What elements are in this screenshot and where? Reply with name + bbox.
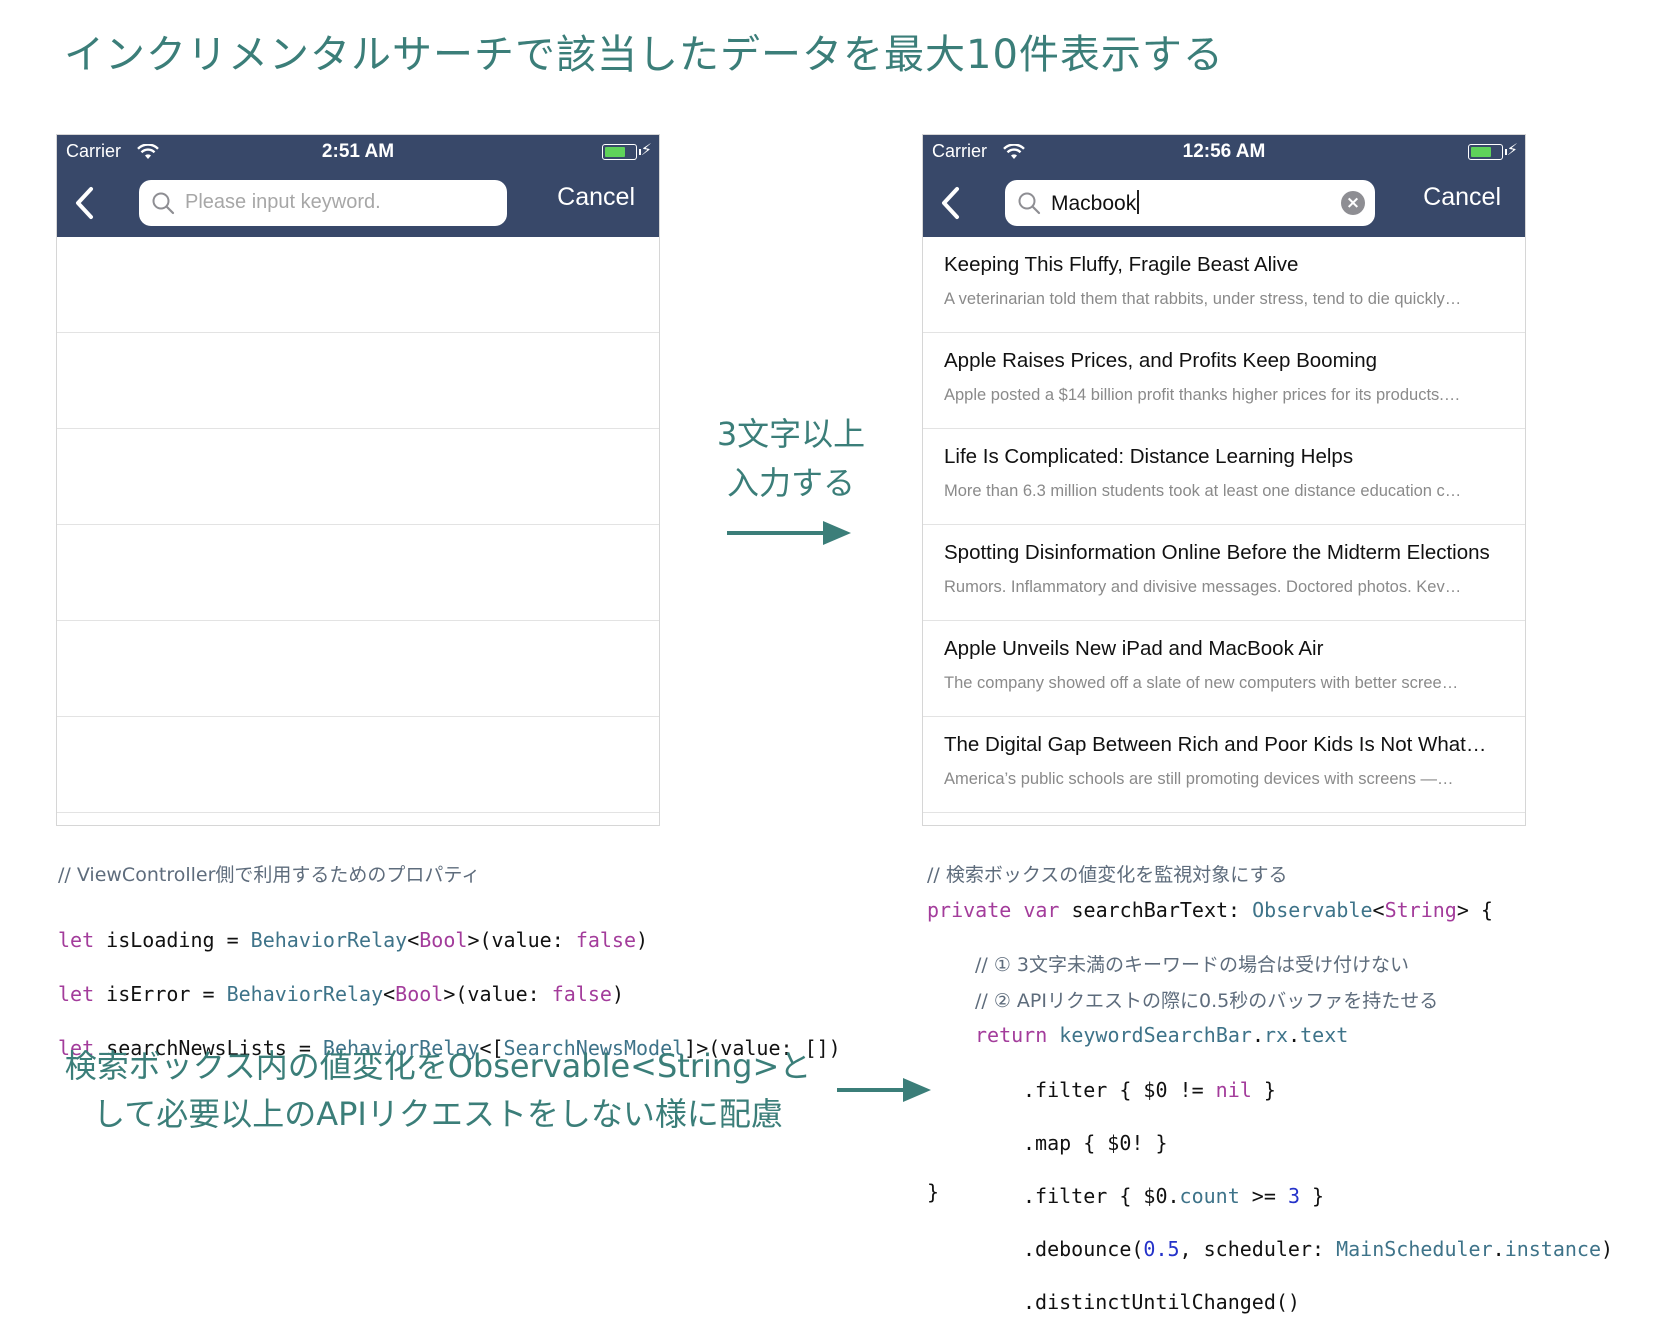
result-list-empty — [57, 237, 659, 813]
code-comment: // 検索ボックスの値変化を監視対象にする — [927, 864, 1288, 886]
cancel-button[interactable]: Cancel — [1423, 183, 1501, 212]
navigation-bar: Carrier 12:56 AM ⚡ Macbook × Cancel — [923, 135, 1525, 237]
charging-bolt-icon: ⚡ — [640, 140, 652, 159]
clear-text-button[interactable]: × — [1341, 191, 1365, 215]
result-title: Life Is Complicated: Distance Learning H… — [944, 445, 1354, 468]
search-input[interactable]: Please input keyword. — [139, 180, 507, 226]
back-chevron-icon[interactable] — [71, 183, 101, 223]
search-value: Macbook — [1051, 190, 1140, 216]
status-time: 12:56 AM — [1182, 141, 1266, 162]
cancel-button[interactable]: Cancel — [557, 183, 635, 212]
right-phone-screenshot: Carrier 12:56 AM ⚡ Macbook × Cancel Keep… — [922, 134, 1526, 826]
result-row[interactable]: Spotting Disinformation Online Before th… — [923, 525, 1525, 621]
search-icon — [1018, 192, 1041, 215]
result-row[interactable]: Life Is Complicated: Distance Learning H… — [923, 429, 1525, 525]
code-comment: // ② APIリクエストの際に0.5秒のバッファを持たせる — [975, 990, 1439, 1012]
page-title: インクリメンタルサーチで該当したデータを最大10件表示する — [64, 32, 1224, 78]
explanation-line1: 検索ボックス内の値変化をObservable<String>と — [64, 1047, 812, 1085]
clear-x-icon: × — [1345, 193, 1361, 213]
explanation-line2: して必要以上のAPIリクエストをしない様に配慮 — [93, 1095, 783, 1133]
search-result-list: Keeping This Fluffy, Fragile Beast Alive… — [923, 237, 1525, 813]
code-line: .filter { $0 != nil } — [1023, 1077, 1276, 1102]
search-placeholder: Please input keyword. — [185, 191, 381, 213]
code-line: .filter { $0.count >= 3 } — [1023, 1183, 1325, 1208]
search-input[interactable]: Macbook × — [1005, 180, 1375, 226]
right-arrow-icon — [837, 1078, 931, 1102]
list-item — [57, 717, 659, 813]
list-item — [57, 333, 659, 429]
code-line: return keywordSearchBar.rx.text — [975, 1023, 1349, 1047]
result-row[interactable]: Apple Raises Prices, and Profits Keep Bo… — [923, 333, 1525, 429]
transition-label: 3文字以上 入力する — [706, 410, 876, 508]
result-subtitle: America’s public schools are still promo… — [944, 770, 1454, 788]
result-subtitle: More than 6.3 million students took at l… — [944, 482, 1462, 500]
code-block-operators: .filter { $0 != nil } .map { $0! } .filt… — [1023, 1050, 1613, 1342]
code-line: } — [927, 1180, 940, 1204]
result-title: The Digital Gap Between Rich and Poor Ki… — [944, 733, 1487, 756]
result-subtitle: Rumors. Inflammatory and divisive messag… — [944, 578, 1462, 596]
battery-icon — [602, 144, 641, 160]
result-title: Apple Unveils New iPad and MacBook Air — [944, 637, 1324, 660]
result-row[interactable]: The Digital Gap Between Rich and Poor Ki… — [923, 717, 1525, 813]
battery-icon — [1468, 144, 1507, 160]
result-subtitle: A veterinarian told them that rabbits, u… — [944, 290, 1462, 308]
transition-label-line2: 入力する — [726, 464, 855, 502]
list-item — [57, 429, 659, 525]
text-caret — [1137, 190, 1140, 214]
navigation-bar: Carrier 2:51 AM ⚡ Please input keyword. … — [57, 135, 659, 237]
code-line: let isLoading = BehaviorRelay<Bool>(valu… — [58, 928, 649, 952]
status-time: 2:51 AM — [321, 141, 395, 162]
right-arrow-icon — [727, 521, 851, 545]
result-title: Spotting Disinformation Online Before th… — [944, 541, 1490, 564]
list-item — [57, 237, 659, 333]
result-subtitle: Apple posted a $14 billion profit thanks… — [944, 386, 1461, 404]
search-icon — [152, 192, 175, 215]
code-comment: // ① 3文字未満のキーワードの場合は受け付けない — [975, 954, 1410, 976]
code-line: .distinctUntilChanged() — [1023, 1289, 1300, 1314]
result-row[interactable]: Keeping This Fluffy, Fragile Beast Alive… — [923, 237, 1525, 333]
charging-bolt-icon: ⚡ — [1506, 140, 1518, 159]
result-title: Apple Raises Prices, and Profits Keep Bo… — [944, 349, 1378, 372]
list-item — [57, 621, 659, 717]
code-comment: // ViewController側で利用するためのプロパティ — [58, 864, 481, 886]
code-line: private var searchBarText: Observable<St… — [927, 898, 1493, 922]
result-subtitle: The company showed off a slate of new co… — [944, 674, 1459, 692]
transition-label-line1: 3文字以上 — [716, 415, 866, 453]
code-line: .map { $0! } — [1023, 1130, 1168, 1155]
code-line: .debounce(0.5, scheduler: MainScheduler.… — [1023, 1236, 1614, 1261]
result-row[interactable]: Apple Unveils New iPad and MacBook Air T… — [923, 621, 1525, 717]
left-phone-screenshot: Carrier 2:51 AM ⚡ Please input keyword. … — [56, 134, 660, 826]
explanation-note: 検索ボックス内の値変化をObservable<String>と して必要以上のA… — [58, 1042, 818, 1138]
back-chevron-icon[interactable] — [937, 183, 967, 223]
result-title: Keeping This Fluffy, Fragile Beast Alive — [944, 253, 1299, 276]
code-line: let isError = BehaviorRelay<Bool>(value:… — [58, 982, 624, 1006]
list-item — [57, 525, 659, 621]
